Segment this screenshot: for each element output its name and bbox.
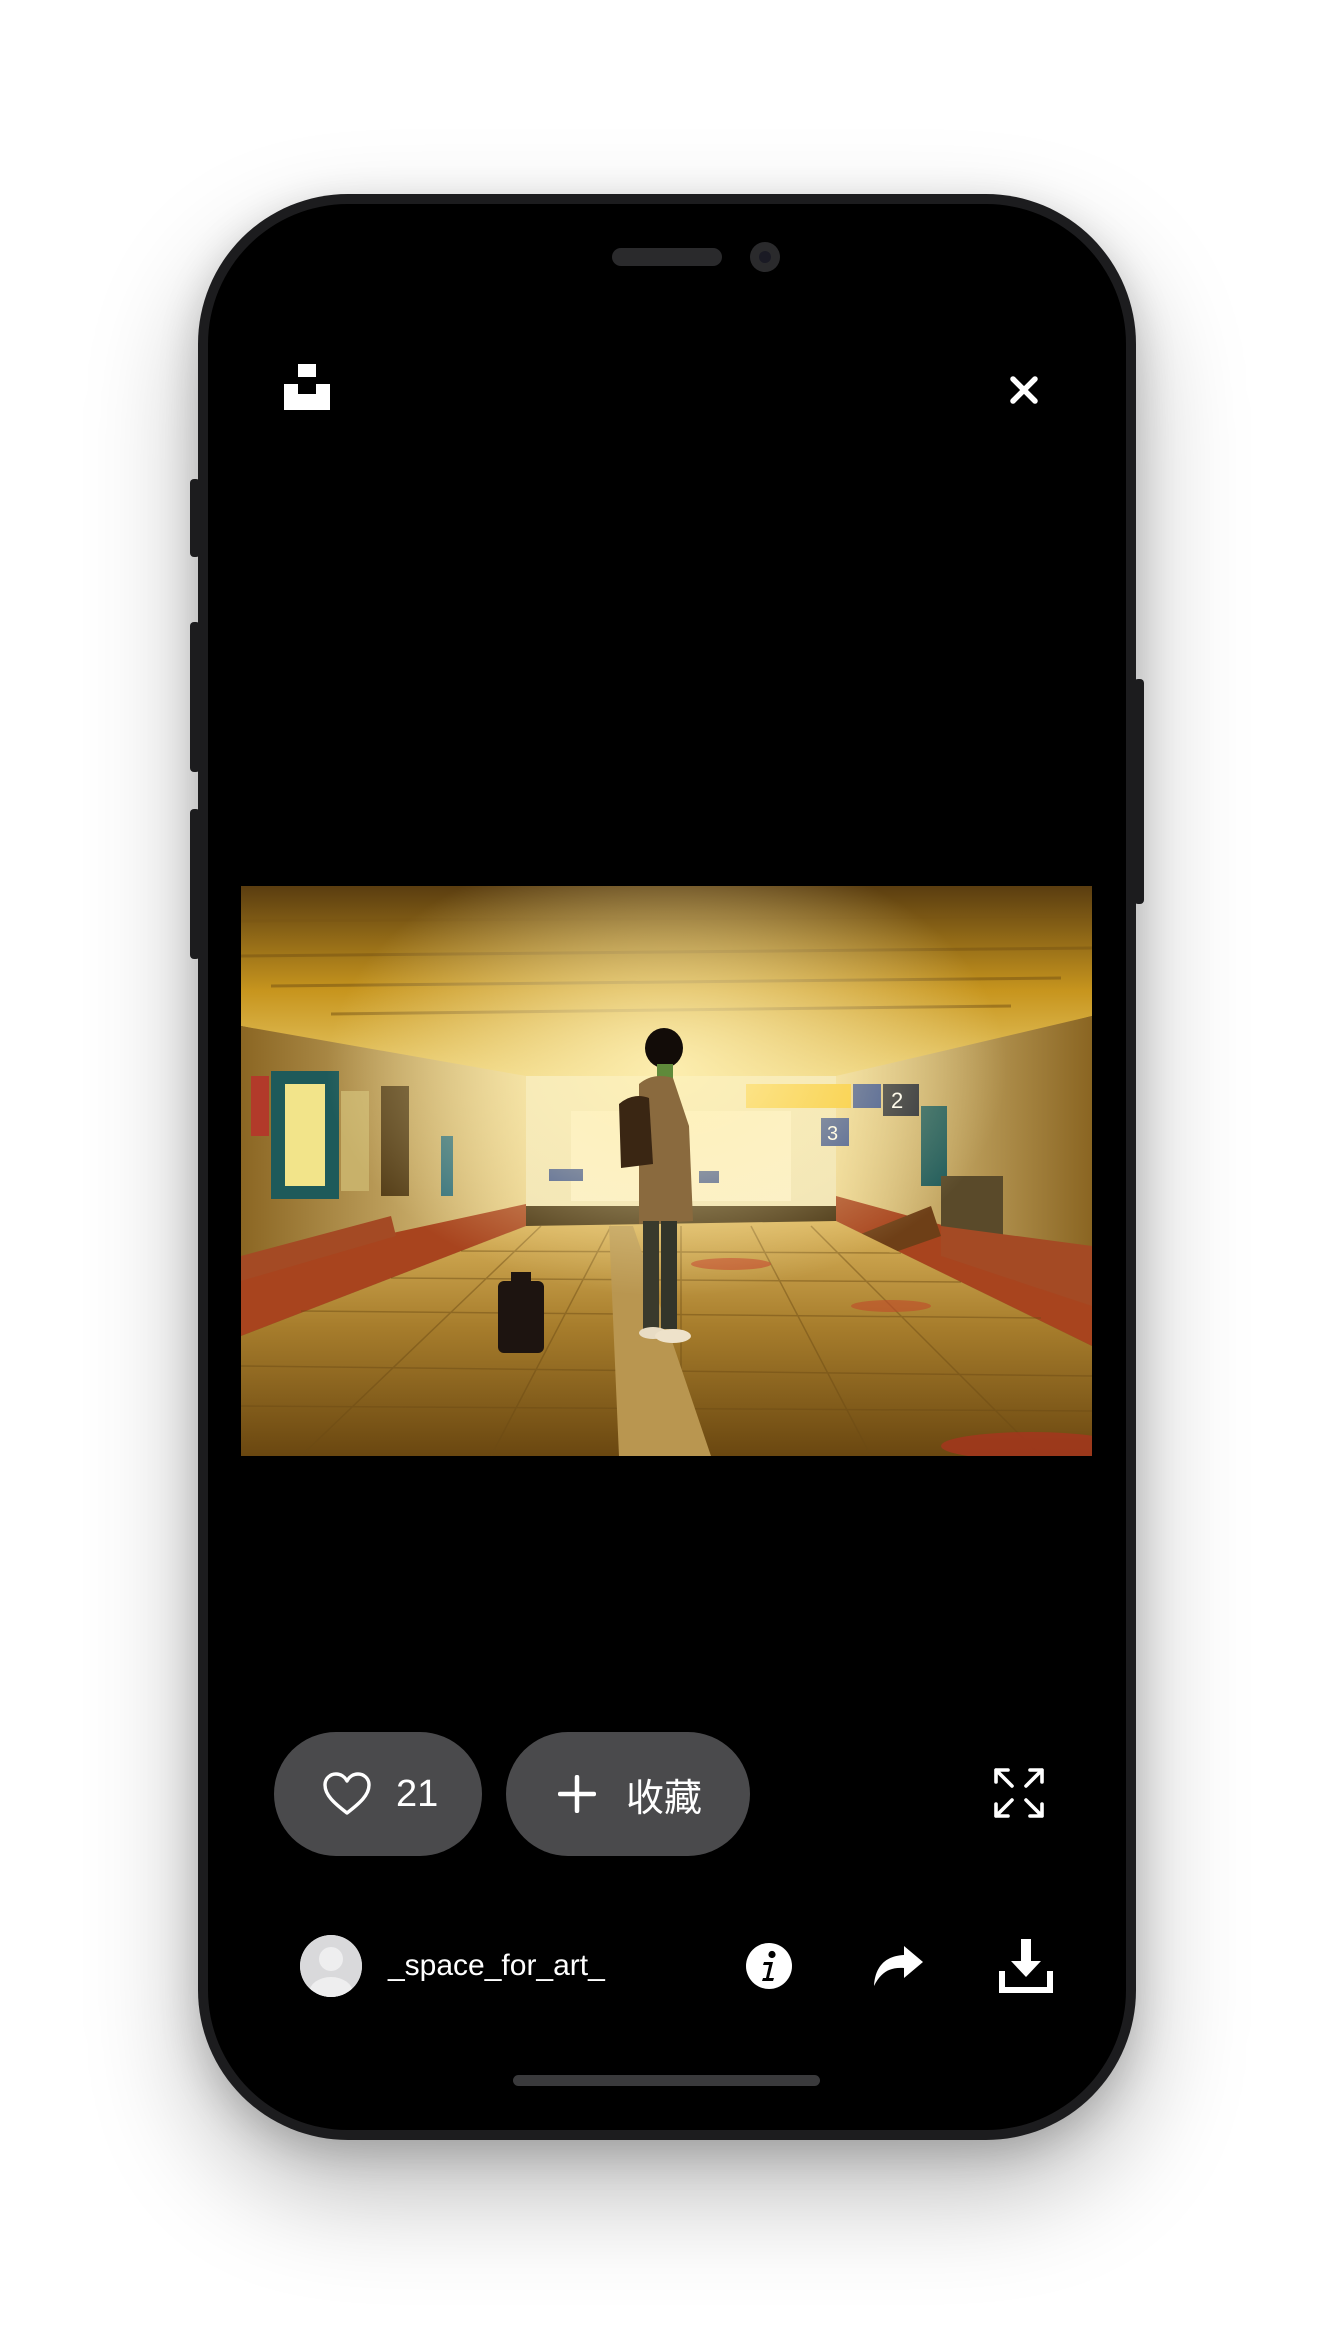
page: 2 3 bbox=[0, 0, 1330, 2334]
info-icon[interactable] bbox=[745, 1942, 793, 1990]
mute-switch bbox=[190, 479, 200, 557]
avatar-placeholder-icon bbox=[300, 1935, 362, 1997]
heart-outline-icon bbox=[323, 1772, 371, 1815]
collect-button[interactable]: 收藏 bbox=[506, 1732, 750, 1856]
unsplash-logo-icon[interactable] bbox=[284, 364, 330, 410]
earpiece-speaker bbox=[612, 248, 722, 266]
screen: 2 3 bbox=[208, 204, 1126, 2130]
photo[interactable]: 2 3 bbox=[241, 886, 1092, 1456]
power-button bbox=[1134, 679, 1144, 904]
plus-icon bbox=[558, 1775, 596, 1813]
home-indicator[interactable] bbox=[513, 2075, 820, 2086]
close-icon[interactable] bbox=[1008, 374, 1040, 406]
expand-icon[interactable] bbox=[993, 1767, 1045, 1819]
author-username[interactable]: _space_for_art_ bbox=[388, 1949, 605, 1983]
like-count: 21 bbox=[396, 1772, 439, 1815]
volume-up-button bbox=[190, 622, 200, 772]
front-camera bbox=[750, 242, 780, 272]
photo-subway-underpass: 2 3 bbox=[241, 886, 1092, 1456]
like-button[interactable]: 21 bbox=[274, 1732, 482, 1856]
share-icon[interactable] bbox=[872, 1944, 924, 1988]
phone-frame: 2 3 bbox=[190, 194, 1144, 2140]
download-icon[interactable] bbox=[999, 1937, 1053, 1993]
avatar[interactable] bbox=[300, 1935, 362, 1997]
volume-down-button bbox=[190, 809, 200, 959]
collect-label: 收藏 bbox=[626, 1775, 703, 1820]
